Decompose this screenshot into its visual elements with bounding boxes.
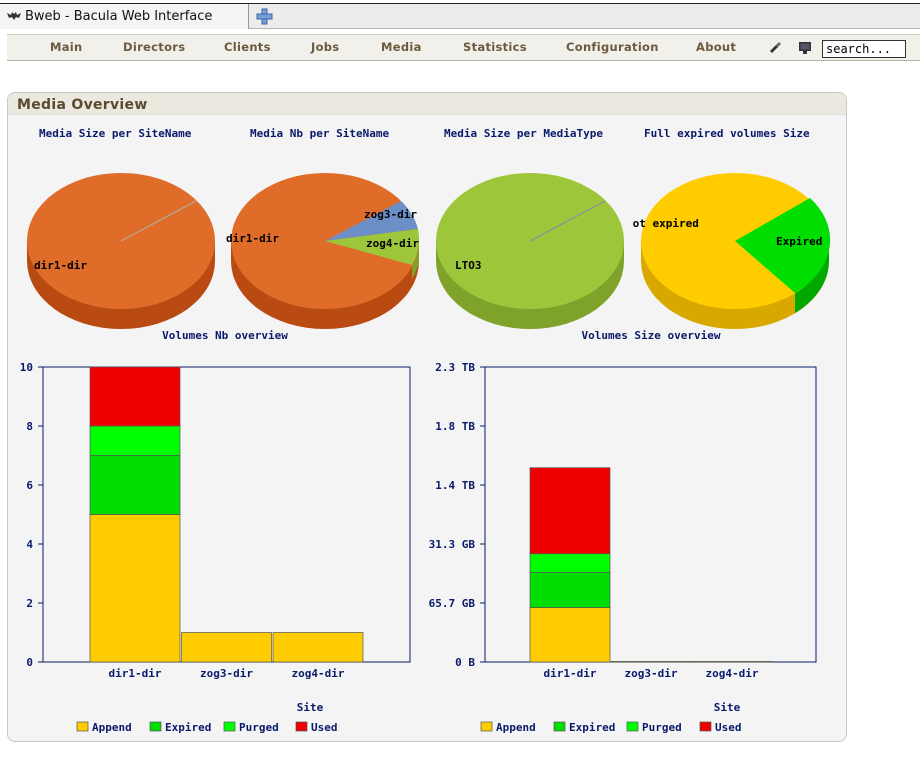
nav-configuration[interactable]: Configuration (566, 40, 659, 54)
pie-chart-media-size-per-mediatype (436, 173, 624, 329)
bar-chart-volumes-nb-overview: Volumes Nb overview 0 2 4 6 8 10 dir1-dir zog3-d… (20, 329, 411, 734)
chart-2-x-label: Site (714, 701, 741, 714)
media-overview-panel: Media Overview Media Size per SiteName M… (7, 92, 847, 742)
chart-2-title: Volumes Size overview (581, 329, 720, 342)
chart-2-y-tick-label: 2.3 TB (435, 361, 475, 374)
chart-2-y-tick-label: 0 B (455, 656, 475, 669)
bar-chart-volumes-size-overview: Volumes Size overview 0 B 465.7 GB 931.3 GB… (428, 329, 817, 734)
browser-tab[interactable]: Bweb - Bacula Web Interface (0, 4, 249, 29)
pie-2-label-dir1-dir: dir1-dir (226, 232, 279, 245)
chart-1-legend-swatch-append (76, 721, 89, 732)
panel-header: Media Overview (8, 93, 846, 115)
chart-1-y-tick-label: 8 (26, 420, 33, 433)
chart-1-legend-label-expired: Expired (165, 721, 211, 734)
chart-2-legend-swatch-expired (553, 721, 566, 732)
pie-2-title: Media Nb per SiteName (250, 127, 390, 140)
chart-1-legend-label-used: Used (311, 721, 338, 734)
chart-2-legend-label-used: Used (715, 721, 742, 734)
plus-icon[interactable] (256, 8, 273, 25)
chart-1-legend-label-append: Append (92, 721, 132, 734)
pie-chart-media-size-per-sitename (27, 173, 215, 329)
chart-1-legend-swatch-purged (223, 721, 236, 732)
nav-jobs[interactable]: Jobs (311, 40, 339, 54)
chart-2-legend-label-append: Append (496, 721, 536, 734)
chart-1-bar-dir1-dir-expired (89, 455, 181, 515)
chart-2-legend-swatch-append (480, 721, 493, 732)
nav-about[interactable]: About (696, 40, 736, 54)
chart-2-x-tick-label: dir1-dir (544, 667, 597, 680)
main-navigation: Main Directors Clients Jobs Media Statis… (7, 34, 920, 61)
pie-2-label-zog3-dir: zog3-dir (364, 208, 417, 221)
chart-2-y-tick-label: 465.7 GB (428, 597, 475, 610)
nav-media[interactable]: Media (381, 40, 422, 54)
chart-1-bar-dir1-dir-used (89, 366, 181, 427)
nav-statistics[interactable]: Statistics (463, 40, 527, 54)
chart-1-bar-zog4-dir-append (272, 632, 364, 663)
chart-2-x-tick-label: zog4-dir (706, 667, 759, 680)
chart-1-title: Volumes Nb overview (162, 329, 288, 342)
pie-1-label-dir1-dir: dir1-dir (34, 259, 87, 272)
chart-1-bar-dir1-dir-purged (89, 425, 181, 456)
chart-2-bar-zog3-dir-append (610, 661, 692, 663)
pie-4-label-expired: Expired (776, 235, 823, 248)
chart-2-legend-swatch-used (699, 721, 712, 732)
pie-1-title: Media Size per SiteName (39, 127, 192, 140)
nav-directors[interactable]: Directors (123, 40, 185, 54)
pie-4-label-not-expired: Not expired (632, 217, 699, 230)
chart-1-legend-label-purged: Purged (239, 721, 279, 734)
bacula-bat-icon (7, 11, 21, 20)
chart-2-bar-dir1-dir-used (529, 467, 611, 555)
chart-2-x-tick-label: zog3-dir (625, 667, 678, 680)
browser-tab-title: Bweb - Bacula Web Interface (25, 9, 213, 24)
chart-1-y-tick-label: 10 (20, 361, 33, 374)
panel-title: Media Overview (17, 97, 148, 113)
search-input[interactable]: search... (822, 40, 906, 58)
chart-2-bar-dir1-dir-append (529, 607, 611, 663)
chart-2-bar-zog4-dir-append (691, 661, 773, 663)
chart-1-y-tick-label: 2 (26, 597, 33, 610)
wrench-icon[interactable] (768, 41, 782, 55)
pie-4-title: Full expired volumes Size (644, 127, 810, 140)
chart-2-bar-dir1-dir-expired (529, 571, 611, 608)
browser-tab-bar: Bweb - Bacula Web Interface (0, 3, 920, 29)
chart-1-bar-dir1-dir-append (89, 514, 181, 663)
chart-2-y-tick-label: 1.4 TB (435, 479, 475, 492)
nav-main[interactable]: Main (50, 40, 83, 54)
chart-2-bar-dir1-dir-purged (529, 553, 611, 573)
chart-1-y-tick-label: 0 (26, 656, 33, 669)
chart-1-y-tick-label: 6 (26, 479, 33, 492)
chart-2-legend-label-expired: Expired (569, 721, 615, 734)
chart-1-x-label: Site (297, 701, 324, 714)
chart-1-legend-swatch-expired (149, 721, 162, 732)
chart-1-x-tick-label: dir1-dir (109, 667, 162, 680)
pie-2-label-zog4-dir: zog4-dir (366, 237, 419, 250)
chart-1-x-tick-label: zog4-dir (292, 667, 345, 680)
chart-1-legend-swatch-used (295, 721, 308, 732)
chart-1-x-tick-label: zog3-dir (200, 667, 253, 680)
chart-2-y-tick-label: 1.8 TB (435, 420, 475, 433)
chart-1-y-tick-label: 4 (26, 538, 33, 551)
monitor-icon[interactable] (798, 41, 812, 55)
nav-clients[interactable]: Clients (224, 40, 271, 54)
pie-3-label-lto3: LTO3 (455, 259, 482, 272)
chart-2-y-tick-label: 931.3 GB (428, 538, 475, 551)
chart-2-legend-swatch-purged (626, 721, 639, 732)
chart-2-legend-label-purged: Purged (642, 721, 682, 734)
pie-3-title: Media Size per MediaType (444, 127, 603, 140)
pie-4-clip: Not expired Expired (632, 161, 832, 331)
chart-1-bar-zog3-dir-append (181, 632, 272, 663)
